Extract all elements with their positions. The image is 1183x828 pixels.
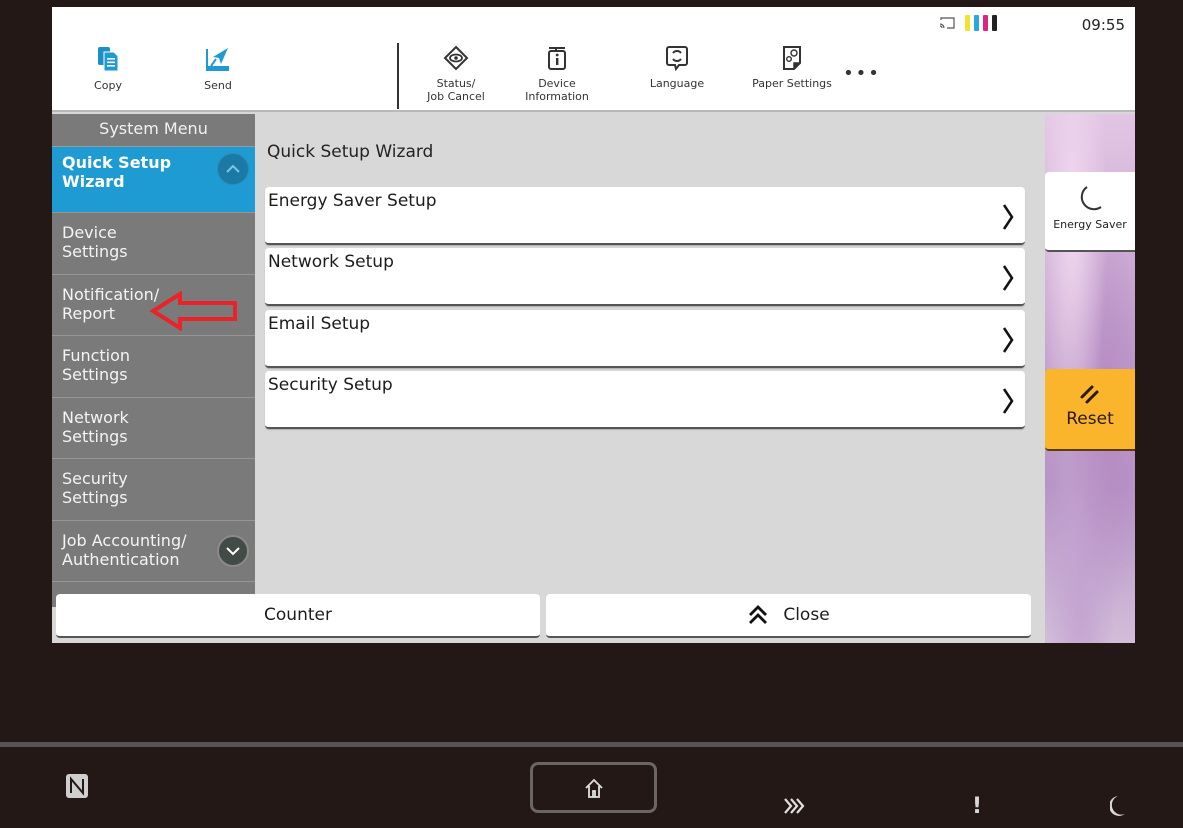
language-label: Language — [649, 77, 705, 90]
status-job-cancel-label: Status/ Job Cancel — [427, 77, 485, 103]
system-menu-sidebar: System Menu Quick Setup Wizard Device Se… — [52, 114, 255, 607]
counter-button[interactable]: Counter — [56, 594, 540, 638]
list-item-energy-saver-setup[interactable]: Energy Saver Setup — [265, 187, 1025, 245]
sidebar-item-job-accounting-authentication[interactable]: Job Accounting/ Authentication — [52, 521, 255, 582]
sidebar-title: System Menu — [52, 114, 255, 147]
panel-divider — [0, 742, 1183, 747]
sidebar-item-label: Notification/ Report — [62, 284, 160, 323]
energy-saver-button[interactable]: Energy Saver — [1045, 172, 1135, 252]
chevron-right-icon — [1002, 327, 1014, 353]
nfc-icon — [66, 774, 88, 798]
sidebar-item-security-settings[interactable]: Security Settings — [52, 459, 255, 521]
sleep-icon — [1110, 796, 1125, 816]
device-information-button[interactable]: Device Information — [512, 45, 602, 103]
list-item-network-setup[interactable]: Network Setup — [265, 248, 1025, 306]
device-information-label: Device Information — [525, 77, 589, 103]
list-item-label: Network Setup — [268, 252, 394, 272]
toner-yellow-indicator — [965, 15, 970, 31]
energy-saver-label: Energy Saver — [1053, 218, 1127, 231]
toner-magenta-indicator — [983, 15, 988, 31]
sidebar-item-label: Device Settings — [62, 223, 128, 261]
reset-icon — [1080, 385, 1099, 404]
scroll-down-button[interactable] — [217, 534, 249, 567]
double-chevron-up-icon — [749, 605, 768, 624]
home-button[interactable] — [530, 762, 657, 813]
list-item-label: Energy Saver Setup — [268, 191, 437, 211]
right-rail: Energy Saver Reset — [1045, 114, 1135, 643]
reset-button[interactable]: Reset — [1045, 369, 1135, 451]
chevron-right-icon — [1002, 388, 1014, 414]
list-item-security-setup[interactable]: Security Setup — [265, 371, 1025, 429]
sidebar-item-label: Quick Setup Wizard — [62, 153, 172, 191]
copy-label: Copy — [94, 79, 122, 92]
home-icon — [584, 778, 603, 798]
sidebar-item-label: Function Settings — [62, 346, 131, 384]
copy-button[interactable]: Copy — [80, 45, 136, 92]
sidebar-item-label: Security Settings — [62, 469, 128, 507]
send-icon — [206, 48, 229, 71]
reset-label: Reset — [1066, 409, 1114, 429]
cast-icon — [939, 17, 955, 29]
close-button[interactable]: Close — [546, 594, 1031, 638]
copy-icon — [98, 47, 119, 72]
toner-black-indicator — [992, 15, 997, 31]
more-icon: ••• — [843, 63, 881, 84]
printer-panel: Copy Send Status/ Job Cancel Device Info… — [0, 0, 1183, 828]
processing-indicator-icon — [784, 798, 805, 814]
chevron-down-icon — [226, 546, 240, 555]
device-info-icon — [548, 47, 566, 70]
close-label: Close — [783, 605, 830, 625]
list-item-label: Security Setup — [268, 375, 393, 395]
page-title: Quick Setup Wizard — [267, 142, 434, 162]
paper-settings-button[interactable]: Paper Settings — [742, 45, 842, 90]
send-label: Send — [204, 79, 232, 92]
sidebar-item-label: Network Settings — [62, 407, 129, 446]
sidebar-item-network-settings[interactable]: Network Settings — [52, 398, 255, 459]
language-icon — [666, 46, 688, 71]
chevron-right-icon — [1002, 265, 1014, 291]
content-panel: Quick Setup Wizard Energy Saver Setup Ne… — [255, 114, 1045, 607]
scroll-up-button[interactable] — [217, 153, 249, 185]
status-job-cancel-button[interactable]: Status/ Job Cancel — [412, 45, 500, 103]
status-icons — [939, 15, 997, 31]
sidebar-item-function-settings[interactable]: Function Settings — [52, 336, 255, 398]
language-button[interactable]: Language — [637, 45, 717, 90]
clock: 09:55 — [1081, 16, 1125, 34]
annotation-arrow-icon — [150, 291, 237, 331]
sidebar-item-quick-setup-wizard[interactable]: Quick Setup Wizard — [52, 147, 255, 213]
chevron-right-icon — [1002, 204, 1014, 230]
toolbar-divider — [397, 43, 399, 109]
sidebar-item-device-settings[interactable]: Device Settings — [52, 213, 255, 275]
more-button[interactable]: ••• — [842, 63, 882, 84]
send-button[interactable]: Send — [190, 45, 246, 92]
toner-cyan-indicator — [974, 15, 979, 31]
top-bar: Copy Send Status/ Job Cancel Device Info… — [52, 7, 1135, 112]
chevron-up-icon — [226, 164, 240, 173]
paper-settings-label: Paper Settings — [752, 77, 832, 90]
sidebar-item-label: Job Accounting/ Authentication — [62, 530, 187, 569]
counter-label: Counter — [264, 605, 332, 625]
touch-screen: Copy Send Status/ Job Cancel Device Info… — [52, 7, 1135, 643]
list-item-email-setup[interactable]: Email Setup — [265, 310, 1025, 368]
moon-icon — [1080, 186, 1102, 211]
status-eye-icon — [443, 45, 469, 71]
paper-settings-icon — [783, 46, 801, 70]
attention-indicator: ! — [972, 794, 983, 819]
list-item-label: Email Setup — [268, 314, 371, 334]
